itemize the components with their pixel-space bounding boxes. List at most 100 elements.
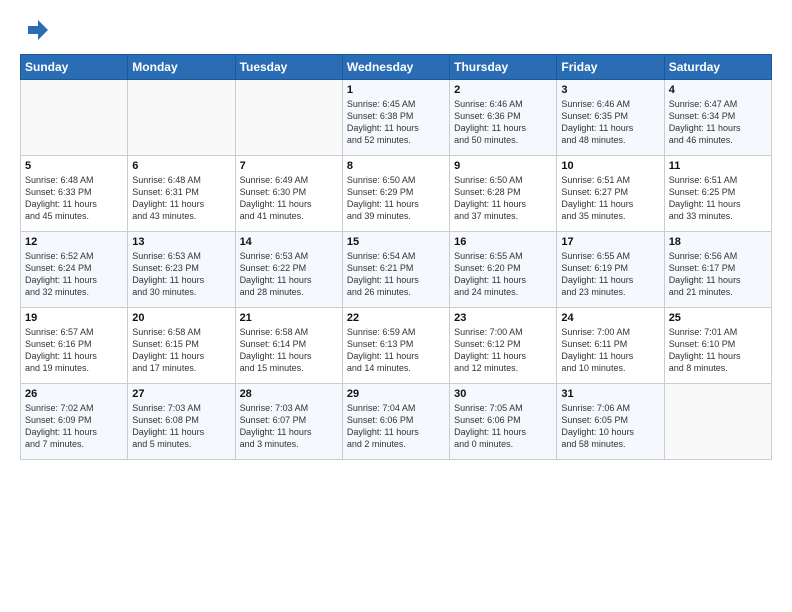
day-number: 26 <box>25 388 123 400</box>
day-info: Sunrise: 6:48 AM Sunset: 6:33 PM Dayligh… <box>25 174 123 223</box>
header-cell-thursday: Thursday <box>450 55 557 80</box>
calendar-cell: 29Sunrise: 7:04 AM Sunset: 6:06 PM Dayli… <box>342 384 449 460</box>
header-cell-saturday: Saturday <box>664 55 771 80</box>
calendar-cell: 27 Sunrise: 7:03 AM Sunset: 6:08 PM Dayli… <box>128 384 235 460</box>
calendar-cell: 19 Sunrise: 6:57 AM Sunset: 6:16 PM Dayli… <box>21 308 128 384</box>
day-number: 9 <box>454 160 552 172</box>
day-number: 12 <box>25 236 123 248</box>
day-info: Sunrise: 7:00 AM Sunset: 6:11 PM Dayligh… <box>561 326 659 375</box>
day-info: Sunrise: 7:03 AM Sunset: 6:07 PM Dayligh… <box>240 402 338 451</box>
day-info: Sunrise: 7:03 AM Sunset: 6:08 PM Dayligh… <box>132 402 230 451</box>
day-info: Sunrise: 7:04 AM Sunset: 6:06 PM Dayligh… <box>347 402 445 451</box>
day-info: Sunrise: 6:47 AM Sunset: 6:34 PM Dayligh… <box>669 98 767 147</box>
day-info: Sunrise: 6:55 AM Sunset: 6:20 PM Dayligh… <box>454 250 552 299</box>
day-info: Sunrise: 7:06 AM Sunset: 6:05 PM Dayligh… <box>561 402 659 451</box>
page: SundayMondayTuesdayWednesdayThursdayFrid… <box>0 0 792 612</box>
day-info: Sunrise: 6:53 AM Sunset: 6:22 PM Dayligh… <box>240 250 338 299</box>
day-number: 1 <box>347 84 445 96</box>
calendar-cell: 12 Sunrise: 6:52 AM Sunset: 6:24 PM Dayli… <box>21 232 128 308</box>
calendar-cell: 21 Sunrise: 6:58 AM Sunset: 6:14 PM Dayli… <box>235 308 342 384</box>
day-number: 3 <box>561 84 659 96</box>
day-info: Sunrise: 6:46 AM Sunset: 6:35 PM Dayligh… <box>561 98 659 147</box>
day-info: Sunrise: 6:58 AM Sunset: 6:15 PM Dayligh… <box>132 326 230 375</box>
day-info: Sunrise: 6:54 AM Sunset: 6:21 PM Dayligh… <box>347 250 445 299</box>
day-info: Sunrise: 6:49 AM Sunset: 6:30 PM Dayligh… <box>240 174 338 223</box>
calendar-cell: 16 Sunrise: 6:55 AM Sunset: 6:20 PM Dayli… <box>450 232 557 308</box>
header-row: SundayMondayTuesdayWednesdayThursdayFrid… <box>21 55 772 80</box>
calendar-cell: 26 Sunrise: 7:02 AM Sunset: 6:09 PM Dayli… <box>21 384 128 460</box>
calendar-cell: 5Sunrise: 6:48 AM Sunset: 6:33 PM Daylig… <box>21 156 128 232</box>
calendar-cell: 13 Sunrise: 6:53 AM Sunset: 6:23 PM Dayli… <box>128 232 235 308</box>
day-number: 2 <box>454 84 552 96</box>
header-cell-monday: Monday <box>128 55 235 80</box>
day-number: 20 <box>132 312 230 324</box>
day-number: 16 <box>454 236 552 248</box>
calendar-cell <box>235 80 342 156</box>
day-number: 21 <box>240 312 338 324</box>
day-number: 30 <box>454 388 552 400</box>
day-info: Sunrise: 6:51 AM Sunset: 6:25 PM Dayligh… <box>669 174 767 223</box>
header-cell-friday: Friday <box>557 55 664 80</box>
header-cell-sunday: Sunday <box>21 55 128 80</box>
day-info: Sunrise: 6:59 AM Sunset: 6:13 PM Dayligh… <box>347 326 445 375</box>
calendar-week-3: 12 Sunrise: 6:52 AM Sunset: 6:24 PM Dayli… <box>21 232 772 308</box>
calendar-cell: 30 Sunrise: 7:05 AM Sunset: 6:06 PM Dayli… <box>450 384 557 460</box>
day-info: Sunrise: 6:52 AM Sunset: 6:24 PM Dayligh… <box>25 250 123 299</box>
day-info: Sunrise: 6:50 AM Sunset: 6:29 PM Dayligh… <box>347 174 445 223</box>
calendar-cell: 14 Sunrise: 6:53 AM Sunset: 6:22 PM Dayli… <box>235 232 342 308</box>
logo <box>20 16 52 44</box>
day-number: 19 <box>25 312 123 324</box>
calendar-week-2: 5Sunrise: 6:48 AM Sunset: 6:33 PM Daylig… <box>21 156 772 232</box>
day-number: 8 <box>347 160 445 172</box>
calendar-cell <box>664 384 771 460</box>
logo-icon <box>20 16 48 44</box>
day-info: Sunrise: 6:46 AM Sunset: 6:36 PM Dayligh… <box>454 98 552 147</box>
day-info: Sunrise: 6:53 AM Sunset: 6:23 PM Dayligh… <box>132 250 230 299</box>
calendar-cell: 20 Sunrise: 6:58 AM Sunset: 6:15 PM Dayli… <box>128 308 235 384</box>
calendar-cell: 1Sunrise: 6:45 AM Sunset: 6:38 PM Daylig… <box>342 80 449 156</box>
day-number: 27 <box>132 388 230 400</box>
day-number: 24 <box>561 312 659 324</box>
calendar-week-5: 26 Sunrise: 7:02 AM Sunset: 6:09 PM Dayli… <box>21 384 772 460</box>
calendar-cell: 3 Sunrise: 6:46 AM Sunset: 6:35 PM Daylig… <box>557 80 664 156</box>
day-number: 18 <box>669 236 767 248</box>
day-number: 25 <box>669 312 767 324</box>
day-number: 23 <box>454 312 552 324</box>
calendar-cell: 7Sunrise: 6:49 AM Sunset: 6:30 PM Daylig… <box>235 156 342 232</box>
calendar-cell: 6 Sunrise: 6:48 AM Sunset: 6:31 PM Daylig… <box>128 156 235 232</box>
calendar-cell: 22Sunrise: 6:59 AM Sunset: 6:13 PM Dayli… <box>342 308 449 384</box>
day-info: Sunrise: 6:56 AM Sunset: 6:17 PM Dayligh… <box>669 250 767 299</box>
day-number: 17 <box>561 236 659 248</box>
calendar-cell: 24 Sunrise: 7:00 AM Sunset: 6:11 PM Dayli… <box>557 308 664 384</box>
day-number: 14 <box>240 236 338 248</box>
calendar-week-4: 19 Sunrise: 6:57 AM Sunset: 6:16 PM Dayli… <box>21 308 772 384</box>
day-info: Sunrise: 6:57 AM Sunset: 6:16 PM Dayligh… <box>25 326 123 375</box>
header <box>20 16 772 44</box>
day-number: 4 <box>669 84 767 96</box>
calendar-table: SundayMondayTuesdayWednesdayThursdayFrid… <box>20 54 772 460</box>
day-info: Sunrise: 7:01 AM Sunset: 6:10 PM Dayligh… <box>669 326 767 375</box>
day-number: 10 <box>561 160 659 172</box>
calendar-cell: 11Sunrise: 6:51 AM Sunset: 6:25 PM Dayli… <box>664 156 771 232</box>
day-info: Sunrise: 7:00 AM Sunset: 6:12 PM Dayligh… <box>454 326 552 375</box>
day-info: Sunrise: 6:48 AM Sunset: 6:31 PM Dayligh… <box>132 174 230 223</box>
day-info: Sunrise: 6:55 AM Sunset: 6:19 PM Dayligh… <box>561 250 659 299</box>
calendar-cell: 23 Sunrise: 7:00 AM Sunset: 6:12 PM Dayli… <box>450 308 557 384</box>
day-info: Sunrise: 6:58 AM Sunset: 6:14 PM Dayligh… <box>240 326 338 375</box>
day-number: 13 <box>132 236 230 248</box>
calendar-cell: 17 Sunrise: 6:55 AM Sunset: 6:19 PM Dayli… <box>557 232 664 308</box>
day-number: 15 <box>347 236 445 248</box>
calendar-week-1: 1Sunrise: 6:45 AM Sunset: 6:38 PM Daylig… <box>21 80 772 156</box>
calendar-cell <box>21 80 128 156</box>
day-info: Sunrise: 6:50 AM Sunset: 6:28 PM Dayligh… <box>454 174 552 223</box>
calendar-cell: 31Sunrise: 7:06 AM Sunset: 6:05 PM Dayli… <box>557 384 664 460</box>
day-number: 6 <box>132 160 230 172</box>
day-info: Sunrise: 7:02 AM Sunset: 6:09 PM Dayligh… <box>25 402 123 451</box>
day-info: Sunrise: 7:05 AM Sunset: 6:06 PM Dayligh… <box>454 402 552 451</box>
calendar-cell: 28Sunrise: 7:03 AM Sunset: 6:07 PM Dayli… <box>235 384 342 460</box>
calendar-header: SundayMondayTuesdayWednesdayThursdayFrid… <box>21 55 772 80</box>
header-cell-tuesday: Tuesday <box>235 55 342 80</box>
calendar-body: 1Sunrise: 6:45 AM Sunset: 6:38 PM Daylig… <box>21 80 772 460</box>
calendar-cell: 4 Sunrise: 6:47 AM Sunset: 6:34 PM Daylig… <box>664 80 771 156</box>
header-cell-wednesday: Wednesday <box>342 55 449 80</box>
